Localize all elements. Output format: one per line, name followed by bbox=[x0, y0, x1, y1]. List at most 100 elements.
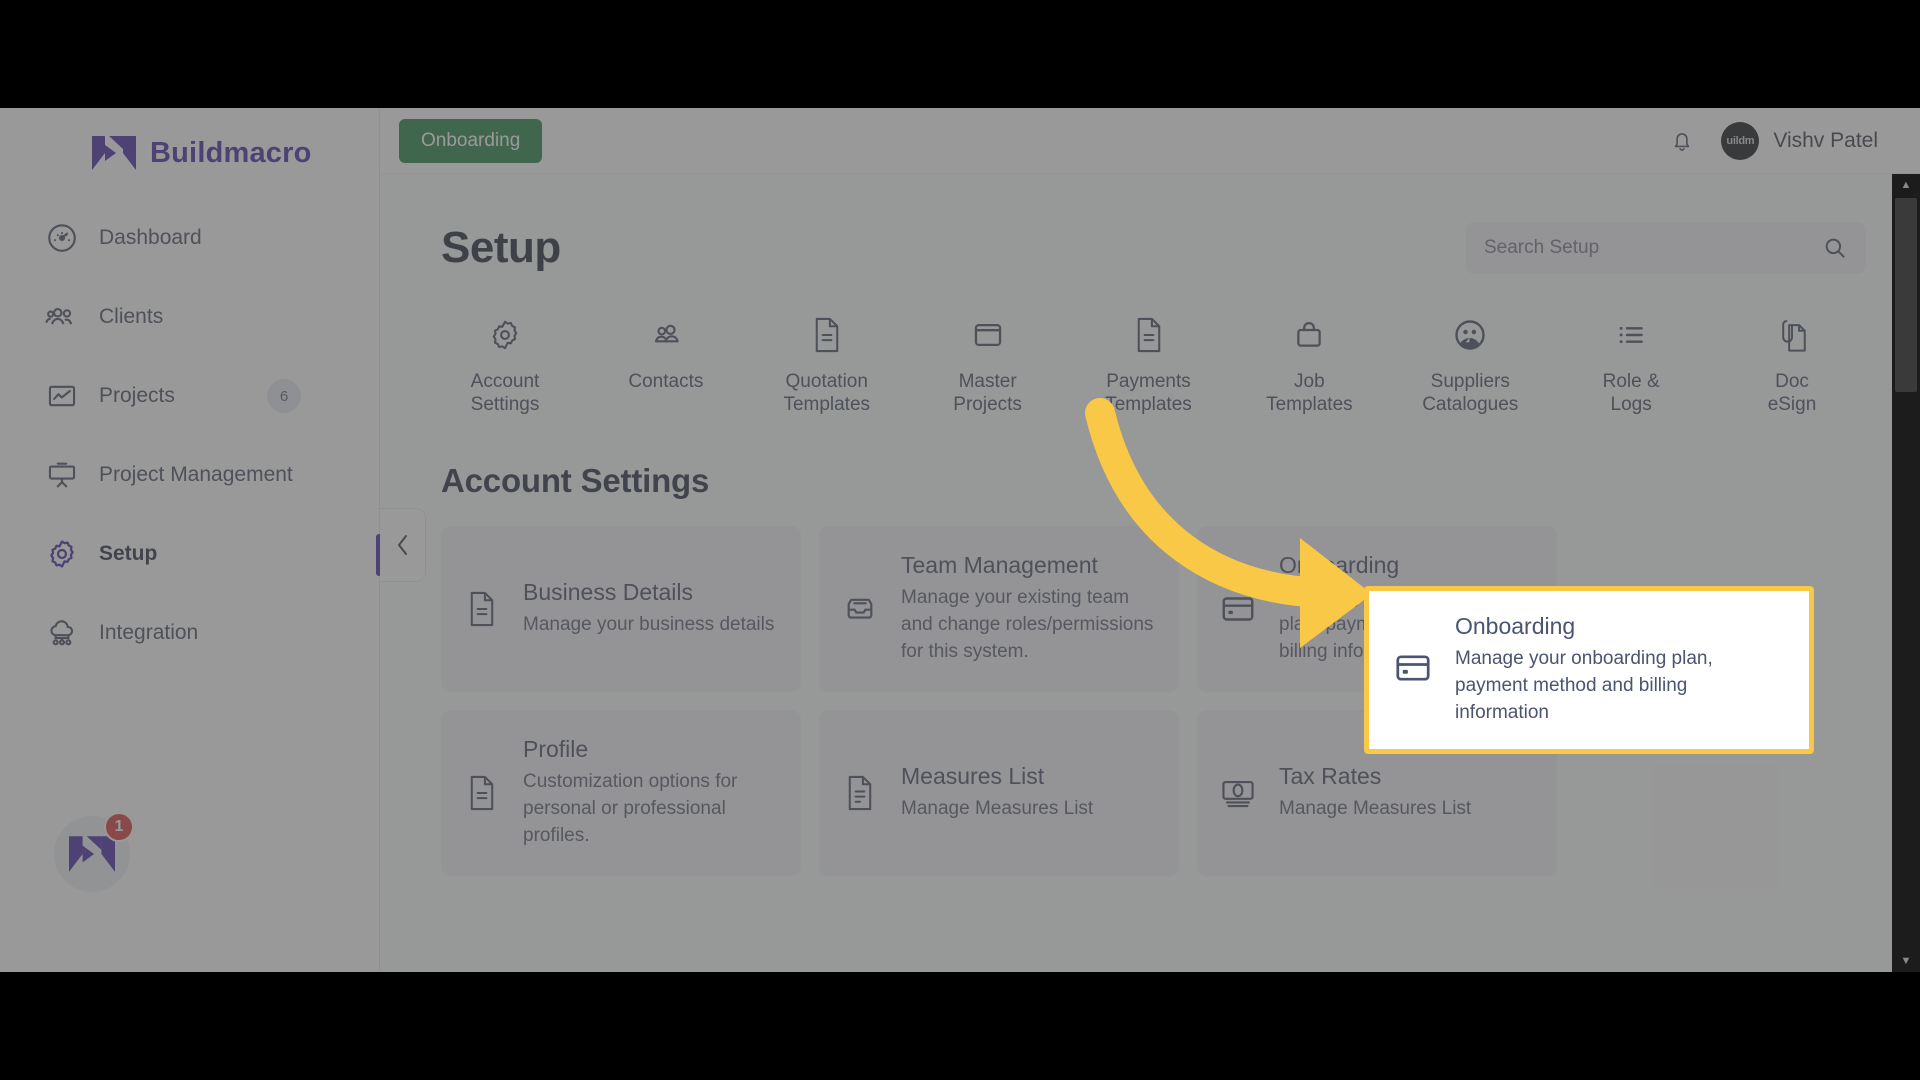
card-description: Manage your existing team and change rol… bbox=[901, 587, 1154, 663]
onboarding-status-button[interactable]: Onboarding bbox=[399, 118, 543, 163]
bell-icon[interactable] bbox=[1669, 126, 1695, 156]
sidebar-item-clients[interactable]: Clients bbox=[0, 293, 379, 341]
gear-icon bbox=[487, 314, 523, 356]
topbar: Onboarding uildm Vishv Patel bbox=[381, 108, 1920, 174]
document-lines-icon bbox=[463, 590, 501, 628]
sidebar-item-project-management[interactable]: Project Management bbox=[0, 451, 379, 499]
card-title: Onboarding bbox=[1279, 552, 1400, 579]
category-label: Quotation Templates bbox=[783, 371, 871, 416]
category-quotation-templates[interactable]: Quotation Templates bbox=[763, 314, 891, 416]
category-label: Doc eSign bbox=[1767, 371, 1817, 416]
brand-logo[interactable]: Buildmacro bbox=[0, 108, 379, 170]
card-title: Onboarding bbox=[1455, 613, 1576, 640]
user-name: Vishv Patel bbox=[1773, 128, 1878, 152]
category-account-settings[interactable]: Account Settings bbox=[441, 314, 569, 416]
card-onboarding-highlighted[interactable]: Onboarding Manage your onboarding plan, … bbox=[1364, 586, 1814, 754]
sidebar-item-label: Project Management bbox=[99, 463, 293, 486]
user-menu[interactable]: uildm Vishv Patel bbox=[1721, 121, 1878, 160]
sidebar-item-projects[interactable]: Projects 6 bbox=[0, 372, 379, 420]
card-text: Measures List Manage Measures List bbox=[901, 763, 1093, 823]
card-profile[interactable]: Profile Customization options for person… bbox=[441, 710, 801, 877]
search-box[interactable] bbox=[1466, 222, 1866, 274]
category-label: Suppliers Catalogues bbox=[1422, 371, 1519, 416]
card-description: Manage Measures List bbox=[1279, 798, 1472, 820]
category-label: Contacts bbox=[628, 371, 704, 392]
sidebar-item-label: Integration bbox=[99, 621, 199, 644]
category-doc-esign[interactable]: Doc eSign bbox=[1728, 314, 1856, 416]
help-widget-button[interactable]: 1 bbox=[54, 812, 134, 892]
sidebar-item-dashboard[interactable]: Dashboard bbox=[0, 214, 379, 262]
credit-card-icon bbox=[1219, 594, 1257, 624]
category-label: Account Settings bbox=[470, 371, 540, 416]
card-text: Tax Rates Manage Measures List bbox=[1279, 763, 1471, 823]
category-label: Role & Logs bbox=[1602, 371, 1660, 416]
buildmacro-logo-icon bbox=[69, 836, 115, 872]
presentation-board-icon bbox=[48, 462, 76, 488]
list-icon bbox=[1613, 314, 1649, 356]
category-label: Payments Templates bbox=[1105, 371, 1192, 416]
card-title: Team Management bbox=[901, 552, 1098, 579]
category-role-logs[interactable]: Role & Logs bbox=[1567, 314, 1695, 416]
banknote-icon bbox=[1219, 777, 1257, 809]
sidebar-collapse-button[interactable] bbox=[380, 508, 426, 582]
credit-card-icon bbox=[1393, 652, 1433, 689]
document-lines-icon bbox=[463, 774, 501, 812]
category-payments-templates[interactable]: Payments Templates bbox=[1085, 314, 1213, 416]
sidebar: Buildmacro Dashboard Clients Projects 6 … bbox=[0, 108, 382, 972]
users-group-icon bbox=[45, 308, 73, 325]
card-text: Onboarding Manage your onboarding plan, … bbox=[1455, 613, 1785, 727]
users-group-icon bbox=[648, 314, 684, 356]
category-label: Master Projects bbox=[953, 371, 1022, 416]
sidebar-item-label: Setup bbox=[99, 542, 158, 565]
category-contacts[interactable]: Contacts bbox=[602, 314, 730, 416]
card-description: Manage Measures List bbox=[901, 798, 1094, 820]
sidebar-item-setup[interactable]: Setup bbox=[0, 530, 382, 578]
vertical-scrollbar[interactable]: ▲ ▼ bbox=[1892, 174, 1920, 972]
sidebar-item-label: Dashboard bbox=[99, 226, 202, 249]
buildmacro-logo-icon bbox=[92, 136, 136, 170]
setup-category-strip: Account Settings Contacts Quotation Temp… bbox=[441, 314, 1866, 416]
sidebar-badge-projects: 6 bbox=[267, 379, 301, 413]
card-text: Profile Customization options for person… bbox=[523, 736, 779, 850]
document-lines-icon bbox=[841, 774, 879, 812]
card-team-management[interactable]: Team Management Manage your existing tea… bbox=[819, 526, 1179, 693]
avatar: uildm bbox=[1721, 121, 1760, 160]
category-suppliers-catalogues[interactable]: Suppliers Catalogues bbox=[1406, 314, 1534, 416]
card-measures-list[interactable]: Measures List Manage Measures List bbox=[819, 710, 1179, 877]
application-window: Buildmacro Dashboard Clients Projects 6 … bbox=[0, 108, 1920, 972]
sidebar-item-label: Projects bbox=[99, 384, 175, 407]
scroll-up-button[interactable]: ▲ bbox=[1892, 174, 1920, 196]
scroll-down-button[interactable]: ▼ bbox=[1892, 950, 1920, 972]
inbox-tray-icon bbox=[841, 592, 879, 626]
category-job-templates[interactable]: Job Templates bbox=[1245, 314, 1373, 416]
chat-people-icon bbox=[1452, 314, 1488, 356]
card-title: Profile bbox=[523, 736, 589, 763]
document-clip-icon bbox=[1775, 314, 1809, 356]
brand-name: Buildmacro bbox=[150, 136, 312, 169]
sidebar-nav: Dashboard Clients Projects 6 Project Man… bbox=[0, 214, 382, 657]
main-content: Onboarding uildm Vishv Patel Setup Searc… bbox=[381, 108, 1920, 972]
gear-icon bbox=[50, 540, 74, 568]
document-lines-icon bbox=[1132, 314, 1166, 356]
chart-box-icon bbox=[48, 385, 76, 407]
window-icon bbox=[970, 314, 1006, 356]
card-description: Customization options for personal or pr… bbox=[523, 771, 738, 847]
card-text: Team Management Manage your existing tea… bbox=[901, 552, 1157, 666]
card-title: Measures List bbox=[901, 763, 1045, 790]
notification-count-badge: 1 bbox=[104, 812, 134, 842]
scrollbar-thumb[interactable] bbox=[1895, 198, 1917, 392]
setup-page: Setup Account Settings bbox=[381, 174, 1920, 877]
card-description: Manage your business details bbox=[523, 614, 775, 636]
document-lines-icon bbox=[810, 314, 844, 356]
sidebar-item-integration[interactable]: Integration bbox=[0, 609, 379, 657]
chevron-left-icon bbox=[397, 535, 407, 555]
page-header: Setup bbox=[441, 222, 1866, 274]
cloud-network-icon bbox=[50, 620, 74, 646]
search-input[interactable] bbox=[1484, 237, 1814, 259]
page-title: Setup bbox=[441, 223, 561, 272]
category-master-projects[interactable]: Master Projects bbox=[924, 314, 1052, 416]
sidebar-item-label: Clients bbox=[99, 305, 164, 328]
card-text: Business Details Manage your business de… bbox=[523, 579, 774, 639]
search-icon[interactable] bbox=[1822, 235, 1848, 261]
card-business-details[interactable]: Business Details Manage your business de… bbox=[441, 526, 801, 693]
